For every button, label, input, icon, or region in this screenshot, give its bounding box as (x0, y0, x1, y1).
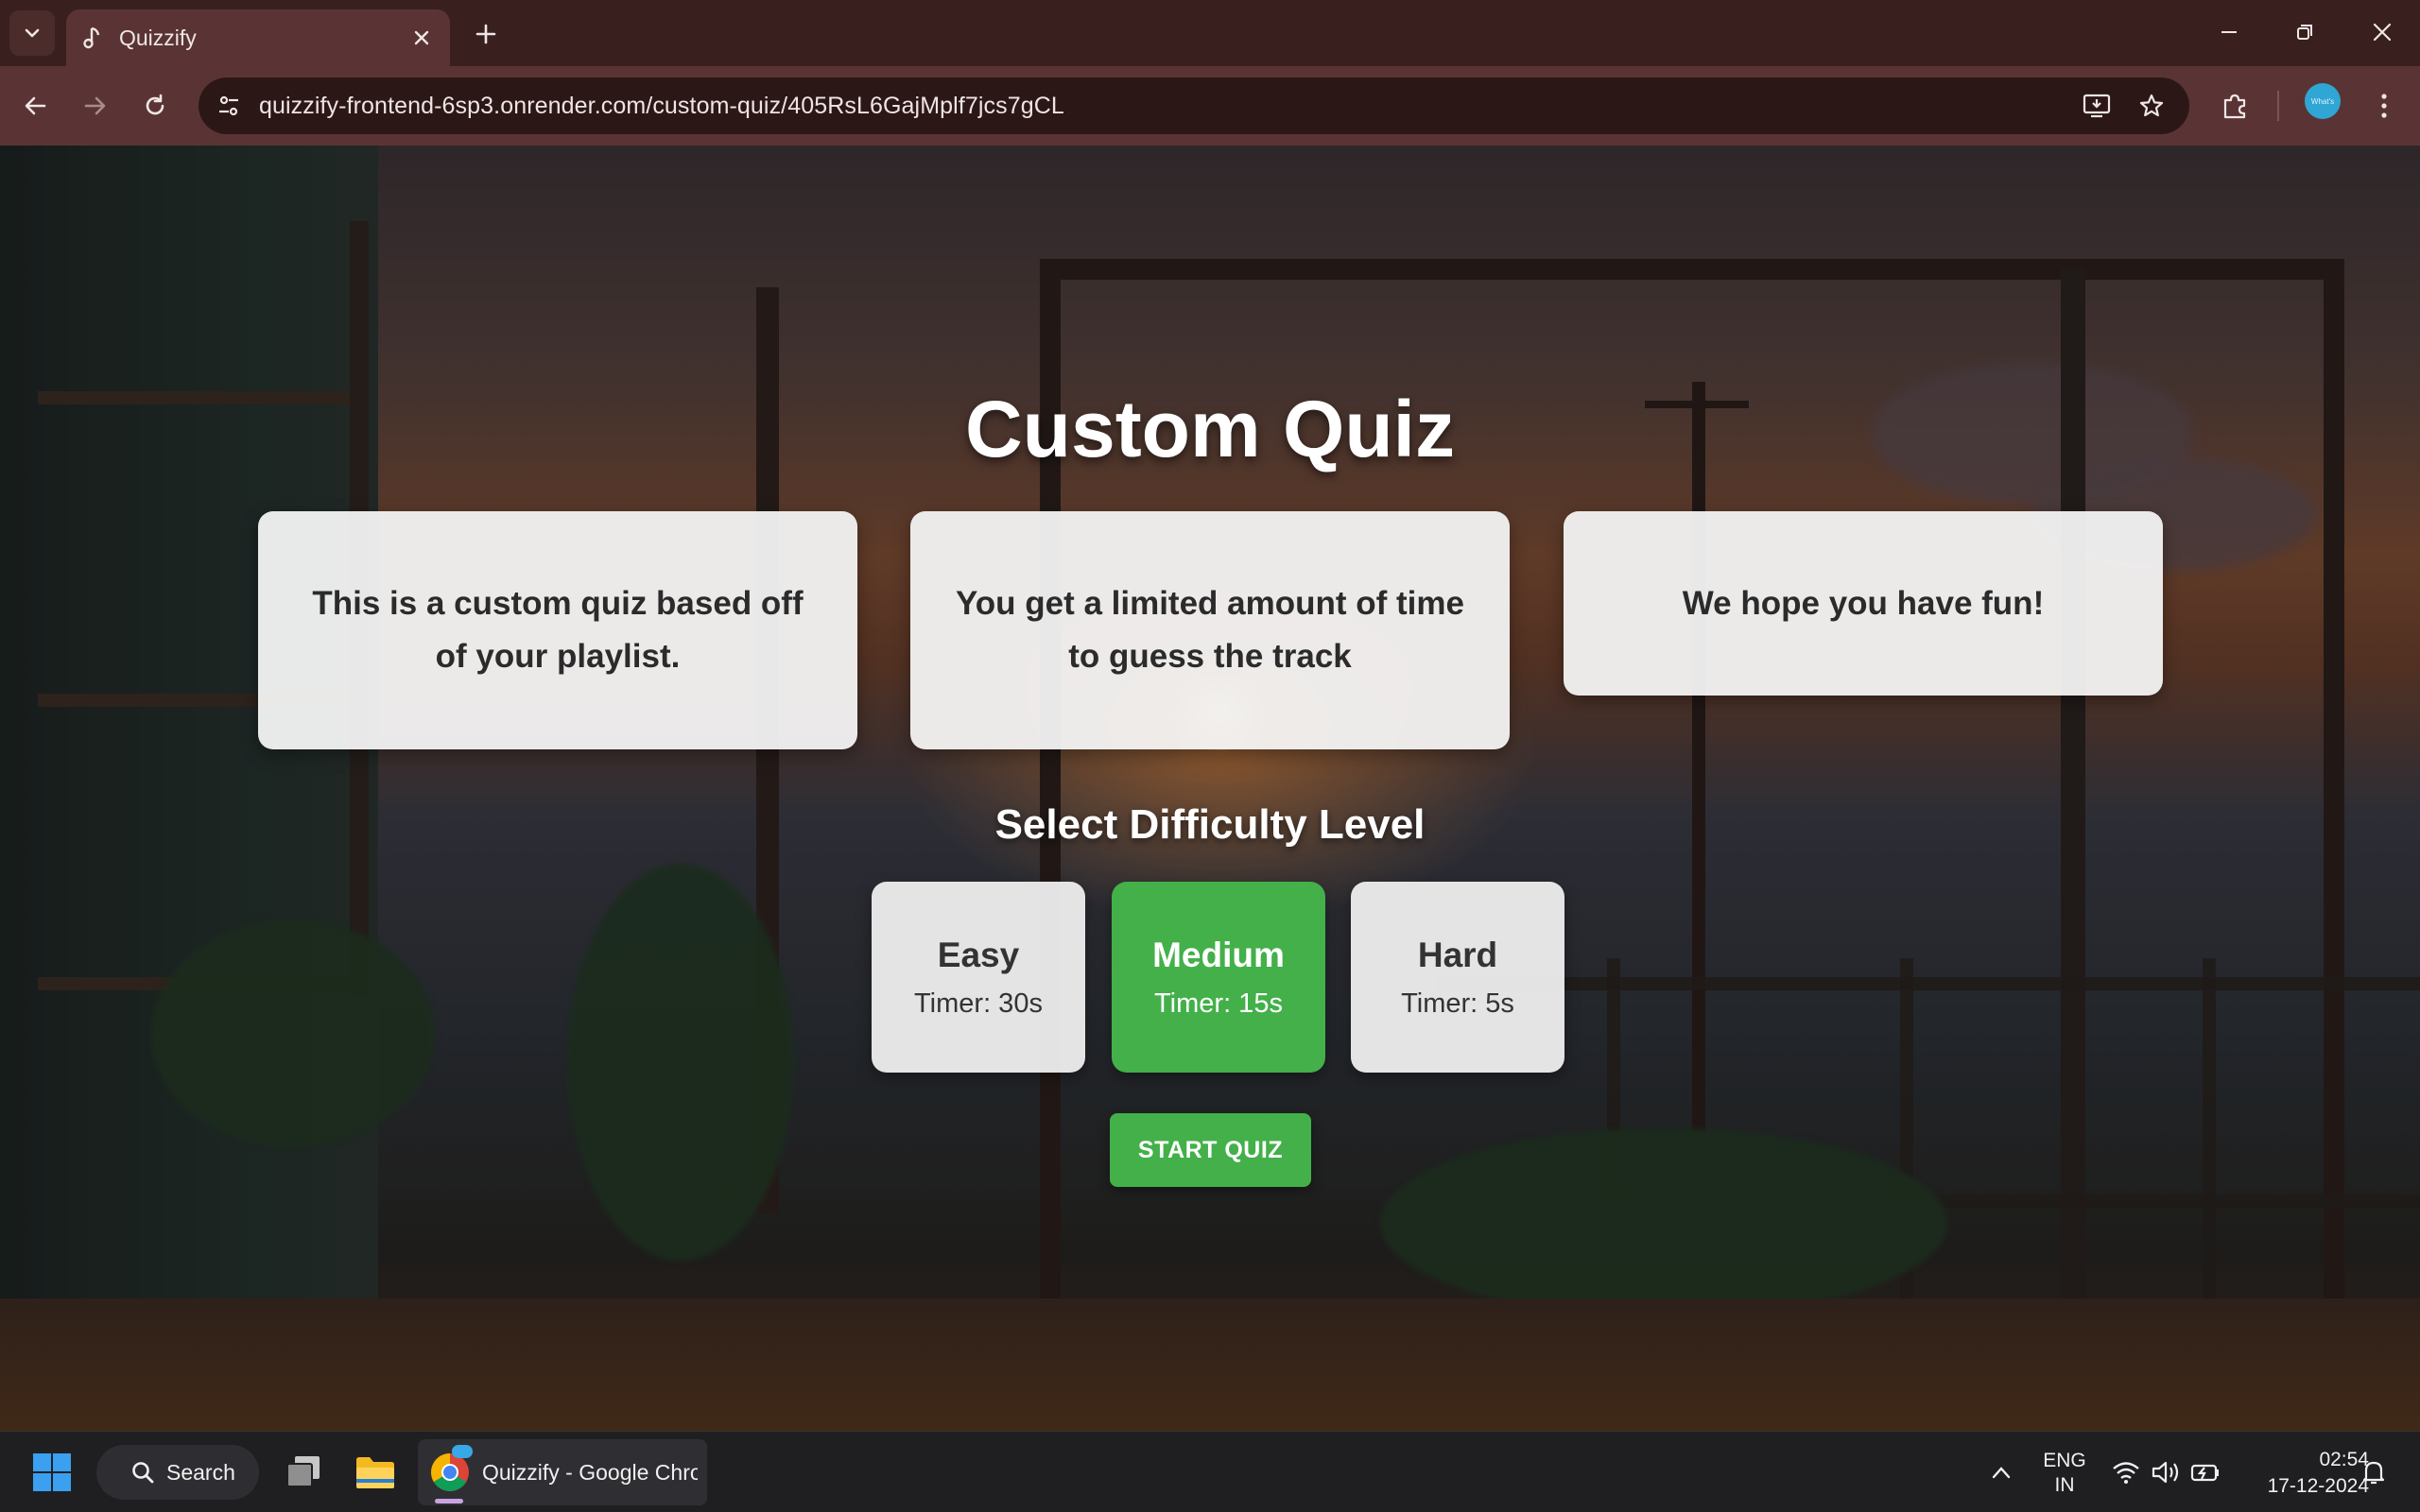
windows-start-icon[interactable] (32, 1452, 72, 1492)
profile-avatar[interactable]: What's (2305, 83, 2341, 119)
difficulty-medium-option[interactable]: Medium Timer: 15s (1112, 882, 1325, 1073)
new-tab-button[interactable] (467, 15, 505, 53)
start-quiz-button[interactable]: START QUIZ (1110, 1113, 1311, 1187)
wifi-icon (2113, 1462, 2139, 1484)
profile-avatar-label: What's (2310, 96, 2335, 106)
tab-search-button[interactable] (9, 10, 55, 56)
reload-icon (146, 94, 164, 115)
bookmark-button[interactable] (2133, 87, 2170, 125)
difficulty-name: Hard (1417, 935, 1498, 974)
folder-icon (356, 1457, 394, 1488)
search-label: Search (166, 1459, 235, 1485)
system-clock[interactable]: 02:54 17-12-2024 (2227, 1447, 2369, 1500)
taskbar-search[interactable]: Search (96, 1445, 259, 1500)
minimize-button[interactable] (2201, 9, 2257, 55)
volume-button[interactable] (2150, 1456, 2182, 1488)
install-app-button[interactable] (2078, 87, 2116, 125)
tune-icon (219, 95, 238, 116)
install-icon (2083, 94, 2111, 118)
quiz-setup: Custom Quiz This is a custom quiz based … (0, 146, 2420, 1431)
star-icon (2139, 94, 2164, 117)
battery-button[interactable] (2189, 1456, 2221, 1488)
arrow-right-icon (84, 96, 106, 115)
taskbar: Search Quizzify - Google Chrome ENG IN 0… (0, 1431, 2420, 1512)
wifi-button[interactable] (2110, 1456, 2142, 1488)
info-card-fun: We hope you have fun! (1564, 511, 2163, 696)
chrome-taskbar-label: Quizzify - Google Chrome (482, 1460, 698, 1485)
close-icon (414, 30, 429, 45)
kebab-menu-icon (2381, 94, 2387, 118)
chevron-down-icon (25, 28, 40, 38)
url-text[interactable]: quizzify-frontend-6sp3.onrender.com/cust… (259, 77, 1064, 134)
difficulty-timer: Timer: 30s (914, 988, 1043, 1019)
task-view-button[interactable] (280, 1449, 327, 1496)
show-hidden-icons-button[interactable] (1985, 1456, 2017, 1488)
info-card-timer: You get a limited amount of time to gues… (910, 511, 1510, 749)
notifications-button[interactable] (2358, 1456, 2390, 1488)
close-window-button[interactable] (2354, 9, 2411, 55)
forward-button[interactable] (74, 85, 115, 127)
puzzle-icon (2223, 94, 2246, 119)
file-explorer-button[interactable] (352, 1449, 399, 1496)
tab-title: Quizzify (119, 26, 197, 50)
speaker-icon (2152, 1461, 2179, 1484)
arrow-left-icon (25, 96, 46, 115)
minimize-icon (2221, 31, 2237, 33)
clock-time: 02:54 (2319, 1449, 2369, 1470)
difficulty-timer: Timer: 5s (1401, 988, 1514, 1019)
difficulty-name: Easy (937, 935, 1020, 974)
back-button[interactable] (15, 85, 57, 127)
restore-button[interactable] (2276, 9, 2333, 55)
chrome-menu-button[interactable] (2365, 87, 2403, 125)
site-info-button[interactable] (210, 87, 248, 125)
music-note-icon (83, 26, 100, 49)
clock-date: 17-12-2024 (2267, 1475, 2369, 1497)
language-code: ENG (2043, 1450, 2086, 1471)
extensions-button[interactable] (2216, 87, 2254, 125)
task-view-icon (286, 1456, 320, 1487)
language-indicator[interactable]: ENG IN (2038, 1449, 2091, 1498)
browser-toolbar: quizzify-frontend-6sp3.onrender.com/cust… (0, 66, 2420, 146)
difficulty-hard-option[interactable]: Hard Timer: 5s (1351, 882, 1564, 1073)
restore-icon (2297, 25, 2312, 40)
difficulty-easy-option[interactable]: Easy Timer: 30s (872, 882, 1085, 1073)
tab-close-button[interactable] (406, 23, 437, 53)
info-card-text: You get a limited amount of time to gues… (956, 585, 1464, 675)
page-viewport: Custom Quiz This is a custom quiz based … (0, 146, 2420, 1431)
tab-strip: Quizzify (0, 0, 2420, 66)
info-card-playlist: This is a custom quiz based off of your … (258, 511, 857, 749)
difficulty-name: Medium (1152, 935, 1285, 974)
chrome-taskbar-button[interactable]: Quizzify - Google Chrome (418, 1439, 707, 1505)
profile-badge-icon (452, 1445, 473, 1458)
toolbar-separator (2277, 91, 2279, 121)
close-icon (2373, 23, 2392, 42)
bell-icon (2362, 1461, 2385, 1485)
page-title: Custom Quiz (965, 385, 1455, 473)
difficulty-timer: Timer: 15s (1154, 988, 1283, 1019)
browser-tab[interactable]: Quizzify (66, 9, 450, 66)
difficulty-heading: Select Difficulty Level (994, 801, 1426, 848)
reload-button[interactable] (134, 85, 176, 127)
chevron-up-icon (1992, 1467, 2011, 1479)
region-code: IN (2054, 1474, 2075, 1496)
active-app-indicator (435, 1499, 463, 1503)
battery-charging-icon (2190, 1464, 2219, 1482)
plus-icon (475, 24, 496, 44)
search-icon (132, 1462, 154, 1484)
info-card-text: We hope you have fun! (1682, 584, 2045, 622)
info-card-text: This is a custom quiz based off of your … (312, 585, 804, 675)
address-bar[interactable]: quizzify-frontend-6sp3.onrender.com/cust… (199, 77, 2189, 134)
